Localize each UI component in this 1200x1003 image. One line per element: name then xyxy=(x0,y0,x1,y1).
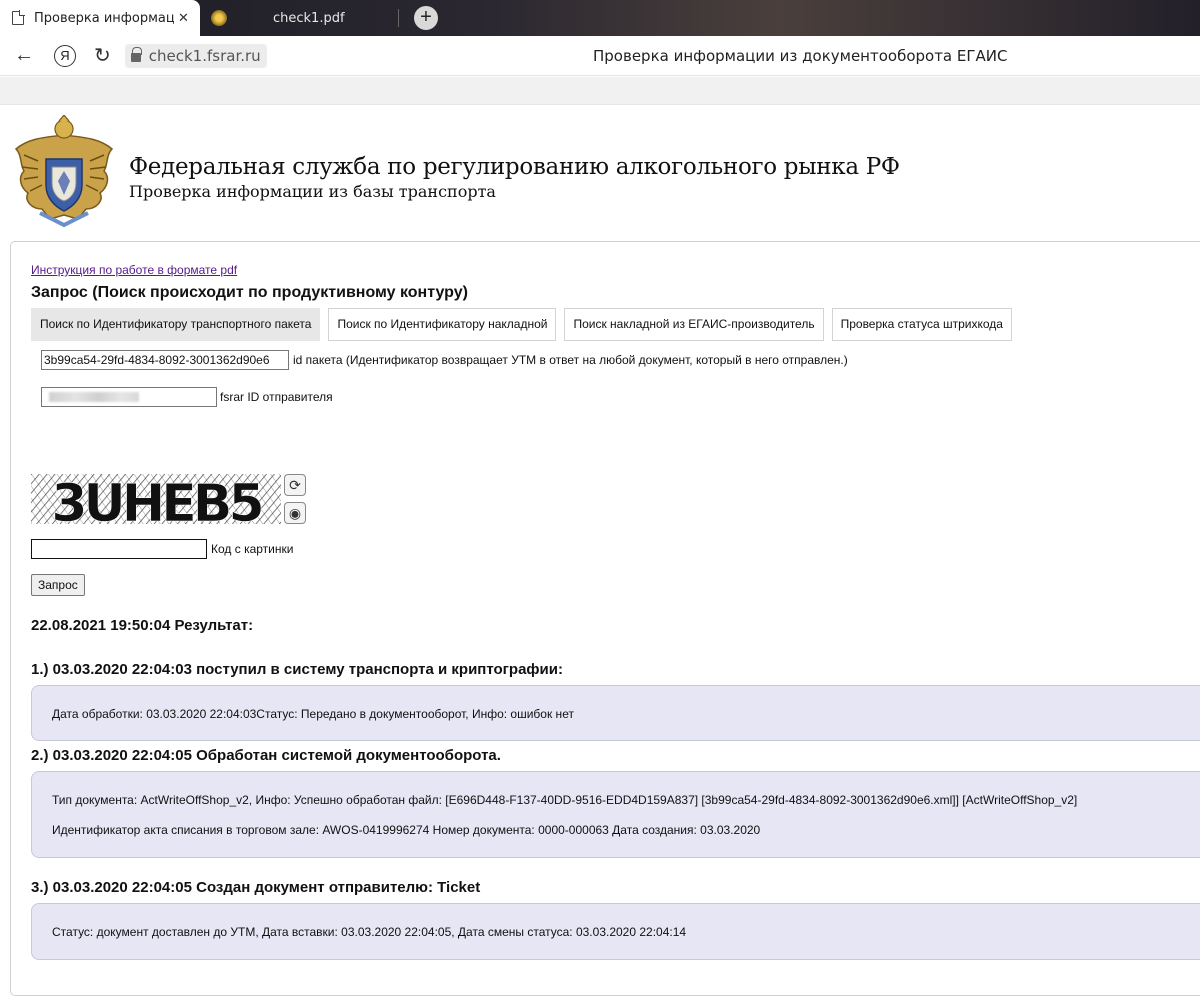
submit-request-button[interactable]: Запрос xyxy=(31,574,85,596)
url-text: check1.fsrar.ru xyxy=(148,46,261,65)
main-panel: Инструкция по работе в формате pdf Запро… xyxy=(10,241,1200,996)
emblem-favicon-icon xyxy=(211,10,227,26)
step-line: Дата обработки: 03.03.2020 22:04:03Стату… xyxy=(52,707,574,721)
tab-waybill-id[interactable]: Поиск по Идентификатору накладной xyxy=(328,308,557,341)
browser-tab-bar: Проверка информации ✕ check1.pdf + xyxy=(0,0,1200,36)
url-field[interactable]: check1.fsrar.ru xyxy=(124,43,267,68)
browser-tab-active[interactable]: Проверка информации ✕ xyxy=(0,0,200,36)
result-heading: 22.08.2021 19:50:04 Результат: xyxy=(31,617,254,634)
packet-id-input[interactable] xyxy=(41,350,289,370)
fsrar-id-label: fsrar ID отправителя xyxy=(220,390,333,404)
redacted-value xyxy=(49,392,139,402)
captcha-text: 3UHEB5 xyxy=(51,474,261,524)
bookmarks-bar xyxy=(0,77,1200,105)
pdf-instruction-link[interactable]: Инструкция по работе в формате pdf xyxy=(31,263,237,277)
search-mode-tabs: Поиск по Идентификатору транспортного па… xyxy=(31,308,1020,341)
refresh-captcha-icon[interactable]: ⟳ xyxy=(284,474,306,496)
org-name: Федеральная служба по регулированию алко… xyxy=(129,154,900,180)
step-line: Статус: документ доставлен до УТМ, Дата … xyxy=(52,925,687,939)
fsrar-id-input-wrap[interactable] xyxy=(41,387,217,407)
step-heading: 3.) 03.03.2020 22:04:05 Создан документ … xyxy=(31,879,481,896)
fsrar-emblem-logo xyxy=(14,115,114,228)
captcha-label: Код с картинки xyxy=(211,542,294,556)
lock-icon xyxy=(130,47,142,62)
captcha-row: Код с картинки xyxy=(31,539,293,559)
packet-id-label: id пакета (Идентификатор возвращает УТМ … xyxy=(293,353,848,367)
audio-captcha-icon[interactable]: ◉ xyxy=(284,502,306,524)
request-title: Запрос (Поиск происходит по продуктивном… xyxy=(31,284,468,301)
tab-title: check1.pdf xyxy=(273,10,345,26)
step-heading: 2.) 03.03.2020 22:04:05 Обработан систем… xyxy=(31,747,501,764)
step-line: Тип документа: ActWriteOffShop_v2, Инфо:… xyxy=(52,793,1078,807)
page-subtitle: Проверка информации из базы транспорта xyxy=(129,182,496,201)
back-arrow-icon[interactable]: ← xyxy=(12,44,36,68)
step-details: Статус: документ доставлен до УТМ, Дата … xyxy=(31,903,1200,960)
browser-tab-pdf[interactable]: check1.pdf xyxy=(205,0,345,36)
captcha-image: 3UHEB5 xyxy=(31,474,281,524)
close-tab-icon[interactable]: ✕ xyxy=(178,10,189,26)
step-heading: 1.) 03.03.2020 22:04:03 поступил в систе… xyxy=(31,661,563,678)
tab-title: Проверка информации xyxy=(34,10,174,26)
tab-packet-id[interactable]: Поиск по Идентификатору транспортного па… xyxy=(31,308,321,341)
step-details: Дата обработки: 03.03.2020 22:04:03Стату… xyxy=(31,685,1200,741)
fsrar-id-row: fsrar ID отправителя xyxy=(41,387,333,407)
step-details: Тип документа: ActWriteOffShop_v2, Инфо:… xyxy=(31,771,1200,858)
tab-barcode-status[interactable]: Проверка статуса штрихкода xyxy=(831,308,1012,341)
page-header: Федеральная служба по регулированию алко… xyxy=(10,115,1200,235)
window-title: Проверка информации из документооборота … xyxy=(593,47,1008,65)
step-line: Идентификатор акта списания в торговом з… xyxy=(52,823,761,837)
tab-producer-waybill[interactable]: Поиск накладной из ЕГАИС-производитель xyxy=(564,308,824,341)
captcha-input[interactable] xyxy=(31,539,207,559)
document-icon xyxy=(12,10,25,25)
reload-icon[interactable]: ↻ xyxy=(94,43,111,68)
packet-id-row: id пакета (Идентификатор возвращает УТМ … xyxy=(41,350,848,370)
tab-separator xyxy=(398,9,399,27)
new-tab-button[interactable]: + xyxy=(414,6,438,30)
yandex-icon[interactable]: Я xyxy=(54,44,76,67)
